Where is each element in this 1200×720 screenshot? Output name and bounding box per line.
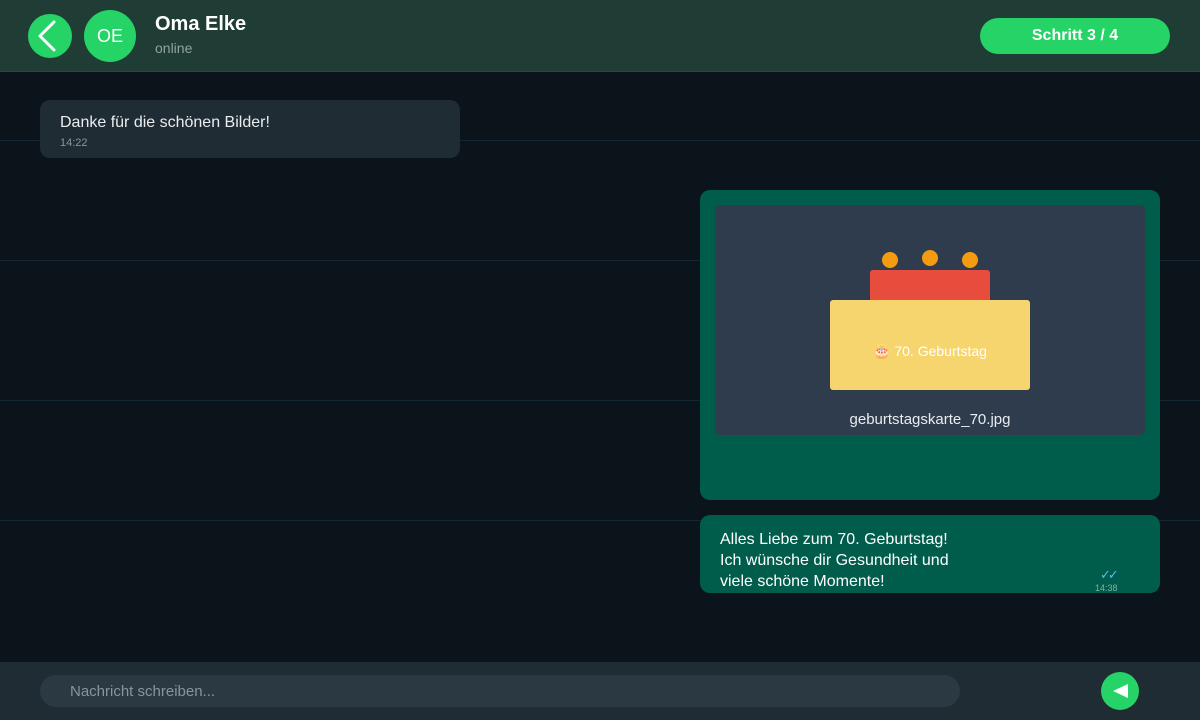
step-indicator: Schritt 3 / 4	[980, 18, 1170, 54]
send-icon	[1113, 684, 1128, 698]
image-attachment[interactable]: 🎂 70. Geburtstag geburtstagskarte_70.jpg	[715, 205, 1145, 435]
chat-header: OE Oma Elke online Schritt 3 / 4	[0, 0, 1200, 72]
candle-flame	[882, 252, 898, 268]
back-button[interactable]	[28, 14, 72, 58]
message-time: 14:22	[60, 137, 88, 149]
outgoing-image-message[interactable]: 🎂 70. Geburtstag geburtstagskarte_70.jpg	[700, 190, 1160, 500]
chat-area: Danke für die schönen Bilder! 14:22 🎂 70…	[0, 72, 1200, 662]
read-receipt-icon: ✓✓	[1100, 567, 1119, 582]
birthday-card-image	[830, 250, 1030, 390]
chevron-left-icon	[38, 20, 56, 52]
message-line: viele schöne Momente!	[720, 573, 885, 590]
card-label: 🎂 70. Geburtstag	[873, 343, 987, 359]
message-composer	[0, 662, 1200, 720]
message-line: Alles Liebe zum 70. Geburtstag!	[720, 531, 948, 548]
file-name: geburtstagskarte_70.jpg	[849, 411, 1011, 428]
incoming-message[interactable]: Danke für die schönen Bilder! 14:22	[40, 100, 460, 158]
contact-avatar[interactable]: OE	[84, 10, 136, 62]
send-button[interactable]	[1101, 672, 1139, 710]
message-time: 14:38	[1095, 583, 1118, 593]
candle-flame	[922, 250, 938, 266]
message-line: Ich wünsche dir Gesundheit und	[720, 552, 949, 569]
contact-status: online	[155, 40, 193, 56]
outgoing-text-message[interactable]: Alles Liebe zum 70. Geburtstag! Ich wüns…	[700, 515, 1160, 593]
candle-flame	[962, 252, 978, 268]
cake-top-layer	[870, 270, 990, 305]
message-text: Danke für die schönen Bilder!	[60, 114, 270, 131]
contact-name: Oma Elke	[155, 13, 247, 35]
message-input[interactable]	[40, 675, 960, 707]
